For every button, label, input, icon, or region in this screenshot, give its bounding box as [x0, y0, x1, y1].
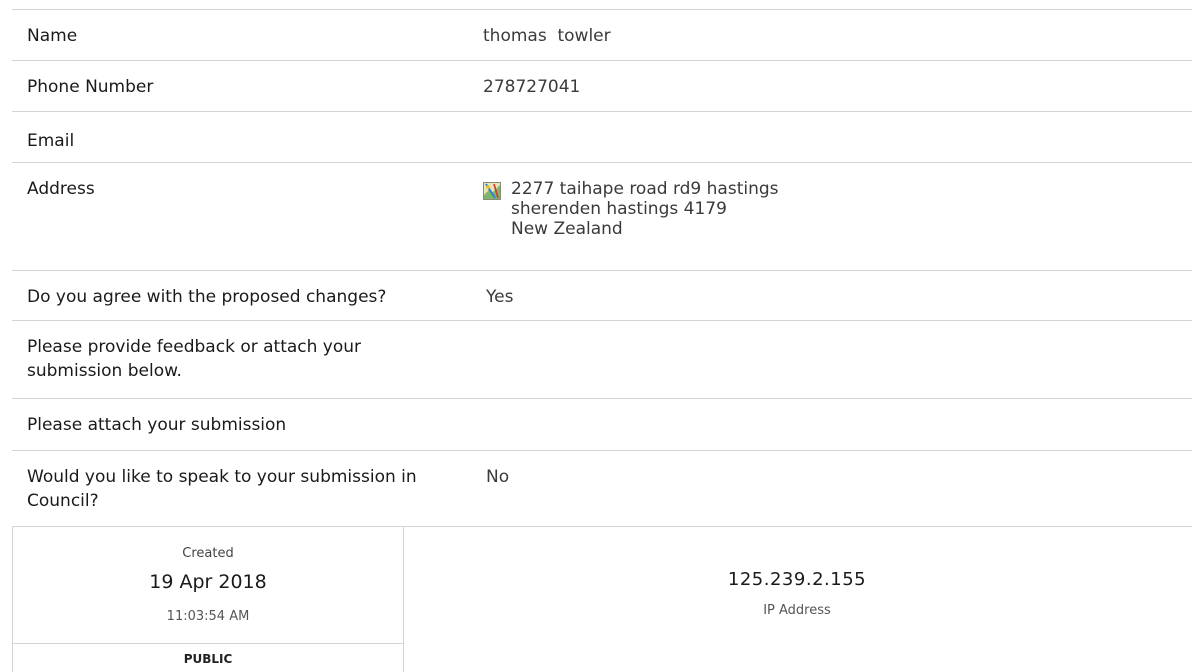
ip-address-label: IP Address	[763, 603, 831, 618]
field-value-phone: 278727041	[483, 77, 581, 97]
field-row-feedback: Please provide feedback or attach your s…	[12, 320, 1192, 399]
submission-meta: Created 19 Apr 2018 11:03:54 AM PUBLIC 1…	[12, 526, 1192, 672]
field-label-phone: Phone Number	[27, 77, 154, 97]
address-line: New Zealand	[511, 219, 623, 239]
created-time: 11:03:54 AM	[166, 609, 250, 624]
field-label-name: Name	[27, 26, 78, 46]
field-row-agree: Do you agree with the proposed changes? …	[12, 270, 1192, 321]
field-label-agree: Do you agree with the proposed changes?	[27, 287, 387, 307]
visibility-badge: PUBLIC	[183, 652, 233, 666]
field-label-feedback: Please provide feedback or attach your s…	[27, 337, 362, 381]
field-row-attach: Please attach your submission	[12, 398, 1192, 451]
field-row-name: Name thomas towler	[12, 9, 1192, 61]
address-line: 2277 taihape road rd9 hastings	[511, 179, 779, 199]
field-row-address: Address 2277 taihape road rd9 hastings s…	[12, 162, 1192, 271]
created-date: 19 Apr 2018	[149, 571, 267, 593]
field-label-email: Email	[27, 131, 75, 151]
created-label: Created	[182, 546, 234, 561]
field-value-name: thomas towler	[483, 26, 611, 46]
field-row-email: Email	[12, 111, 1192, 163]
map-icon[interactable]	[483, 182, 501, 200]
field-label-attach: Please attach your submission	[27, 415, 287, 435]
field-row-speak: Would you like to speak to your submissi…	[12, 450, 1192, 527]
created-panel: Created 19 Apr 2018 11:03:54 AM PUBLIC	[12, 527, 404, 672]
address-block: 2277 taihape road rd9 hastings sherenden…	[483, 179, 779, 239]
field-value-agree: Yes	[486, 287, 514, 307]
field-row-phone: Phone Number 278727041	[12, 60, 1192, 112]
field-label-address: Address	[27, 179, 95, 199]
address-lines: 2277 taihape road rd9 hastings sherenden…	[511, 179, 779, 239]
divider	[13, 643, 403, 644]
field-value-speak: No	[486, 467, 510, 487]
ip-address-value: 125.239.2.155	[727, 569, 867, 590]
address-line: sherenden hastings 4179	[511, 199, 727, 219]
field-label-speak: Would you like to speak to your submissi…	[27, 467, 417, 511]
